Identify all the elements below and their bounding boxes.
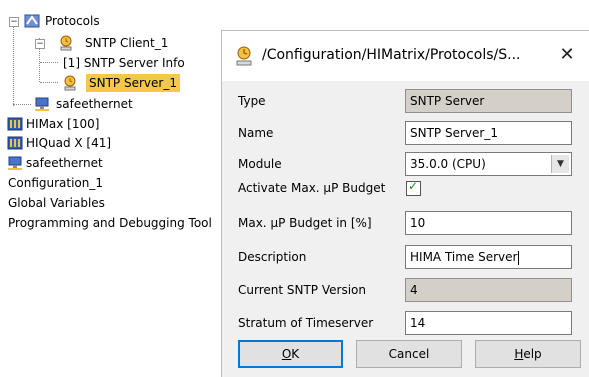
stratum-field[interactable]: 14 (405, 311, 572, 335)
version-label: Current SNTP Version (238, 283, 366, 297)
chevron-down-icon[interactable]: ▼ (551, 155, 569, 173)
budget-label: Max. µP Budget in [%] (238, 216, 372, 230)
tree-item-protocols[interactable]: − Protocols (0, 12, 230, 30)
tree-item-hiquad[interactable]: HIQuad X [41] (0, 134, 230, 152)
name-label: Name (238, 126, 274, 140)
tree-item-himax[interactable]: HIMax [100] (0, 115, 230, 133)
module-select[interactable]: 35.0.0 (CPU) ▼ (405, 152, 572, 176)
tree-item-label: [1] SNTP Server Info (63, 56, 185, 70)
dialog-title: /Configuration/HIMatrix/Protocols/S... (262, 47, 521, 63)
description-value: HIMA Time Server (410, 250, 518, 264)
module-label: Module (238, 157, 282, 171)
tree-item-sntp-client[interactable]: − SNTP Client_1 (0, 34, 230, 52)
text-caret (518, 250, 520, 265)
ok-label: K (291, 347, 300, 361)
tree-item-label: HIQuad X [41] (26, 136, 112, 150)
tree-item-global-variables[interactable]: Global Variables (0, 194, 230, 212)
protocols-icon (24, 14, 40, 28)
module-select-value: 35.0.0 (CPU) (410, 157, 486, 171)
tree-item-label: safeethernet (26, 156, 103, 170)
clock-user-icon (64, 75, 76, 91)
description-label: Description (238, 250, 307, 264)
type-field: SNTP Server (405, 89, 572, 113)
help-mnemonic: H (514, 347, 524, 361)
ok-button[interactable]: OK (238, 340, 343, 368)
tree-item-label: HIMax [100] (26, 117, 100, 131)
stratum-label: Stratum of Timeserver (238, 316, 374, 330)
tree-item-label: SNTP Client_1 (85, 36, 169, 50)
controller-icon (7, 136, 23, 150)
dialog-titlebar[interactable]: /Configuration/HIMatrix/Protocols/S... ✕ (222, 31, 589, 81)
checkmark-icon: ✓ (408, 179, 419, 193)
tree-item-sntp-server[interactable]: SNTP Server_1 (0, 74, 230, 92)
description-field[interactable]: HIMA Time Server (405, 245, 572, 269)
tree-item-safeethernet[interactable]: safeethernet (0, 95, 230, 113)
close-icon: ✕ (559, 44, 575, 65)
version-field: 4 (405, 278, 572, 302)
close-button[interactable]: ✕ (552, 41, 582, 69)
tree-item-configuration[interactable]: Configuration_1 (0, 174, 230, 192)
tree-item-label: Global Variables (8, 196, 105, 210)
network-icon (8, 156, 22, 170)
budget-field[interactable]: 10 (405, 211, 572, 235)
tree-item-label: Programming and Debugging Tool (8, 216, 212, 230)
tree-item-label: Protocols (45, 14, 100, 28)
activate-budget-checkbox[interactable]: ✓ (406, 179, 421, 196)
activate-budget-label: Activate Max. µP Budget (238, 181, 386, 195)
tree-item-programming-tools[interactable]: Programming and Debugging Tool (0, 214, 230, 232)
properties-dialog: /Configuration/HIMatrix/Protocols/S... ✕… (221, 30, 589, 377)
collapse-icon[interactable]: − (9, 17, 19, 27)
clock-user-icon (60, 35, 72, 51)
project-tree: − Protocols − SNTP Client_1 [1] SNTP Ser… (0, 0, 230, 376)
collapse-icon[interactable]: − (35, 39, 45, 49)
cancel-label: Cancel (388, 347, 430, 361)
type-label: Type (238, 94, 266, 108)
cancel-button[interactable]: Cancel (356, 340, 462, 368)
tree-item-safeethernet[interactable]: safeethernet (0, 154, 230, 172)
clock-user-icon (236, 46, 252, 66)
tree-item-label: Configuration_1 (8, 176, 104, 190)
tree-item-sntp-server-info[interactable]: [1] SNTP Server Info (0, 54, 230, 72)
help-label: elp (523, 347, 542, 361)
name-field[interactable]: SNTP Server_1 (405, 121, 572, 145)
controller-icon (7, 117, 23, 131)
ok-mnemonic: O (281, 347, 292, 361)
help-button[interactable]: Help (475, 340, 581, 368)
tree-item-label: SNTP Server_1 (86, 74, 180, 92)
network-icon (35, 97, 49, 111)
tree-item-label: safeethernet (56, 97, 133, 111)
